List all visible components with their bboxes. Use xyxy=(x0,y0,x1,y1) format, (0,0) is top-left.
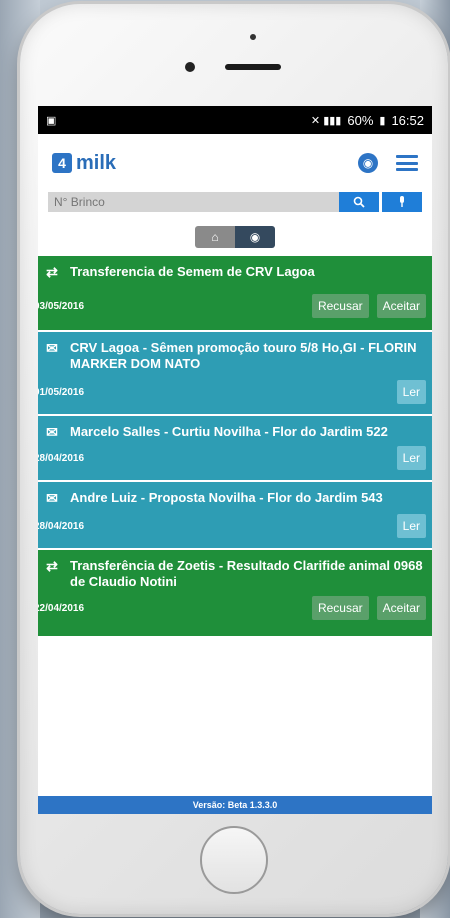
message-actions: Ler xyxy=(396,380,426,404)
signal-icon: ✕ ▮▮▮ xyxy=(310,114,342,127)
message-title: Andre Luiz - Proposta Novilha - Flor do … xyxy=(70,490,383,505)
message-actions: Recusar Aceitar xyxy=(311,294,426,318)
message-date: 22/04/2016 xyxy=(38,602,85,614)
message-head: ✉ CRV Lagoa - Sêmen promoção touro 5/8 H… xyxy=(38,332,432,372)
message-footer: 28/04/2016 Ler xyxy=(38,514,432,538)
list-item[interactable]: ⇄ Transferencia de Semem de CRV Lagoa 03… xyxy=(38,256,432,330)
app-logo[interactable]: 4 milk xyxy=(52,152,116,175)
search-icon[interactable] xyxy=(339,192,379,212)
accept-button[interactable]: Aceitar xyxy=(376,294,426,318)
refuse-button[interactable]: Recusar xyxy=(311,294,369,318)
battery-icon: ▮ xyxy=(379,114,386,127)
list-item[interactable]: ✉ Marcelo Salles - Curtiu Novilha - Flor… xyxy=(38,416,432,480)
envelope-icon: ✉ xyxy=(46,490,58,506)
message-footer: 03/05/2016 Recusar Aceitar xyxy=(38,294,432,318)
message-date: 01/05/2016 xyxy=(38,386,85,398)
message-date: 28/04/2016 xyxy=(38,452,85,464)
notification-icon: ▣ xyxy=(46,114,57,127)
logo-text: milk xyxy=(76,151,117,174)
home-icon[interactable]: ⌂ xyxy=(195,226,235,248)
globe-icon[interactable]: ◉ xyxy=(358,153,378,173)
message-list: ⇄ Transferencia de Semem de CRV Lagoa 03… xyxy=(38,256,432,636)
message-actions: Ler xyxy=(396,514,426,538)
status-bar: ▣ ✕ ▮▮▮ 60% ▮ 16:52 xyxy=(38,106,432,134)
version-footer: Versão: Beta 1.3.3.0 xyxy=(38,796,432,814)
message-actions: Ler xyxy=(396,446,426,470)
globe-toggle-icon[interactable]: ◉ xyxy=(235,226,275,248)
list-item[interactable]: ✉ Andre Luiz - Proposta Novilha - Flor d… xyxy=(38,482,432,548)
proximity-sensor xyxy=(250,34,256,40)
message-date: 28/04/2016 xyxy=(38,520,85,532)
message-title: Marcelo Salles - Curtiu Novilha - Flor d… xyxy=(70,424,388,439)
refuse-button[interactable]: Recusar xyxy=(311,596,369,620)
message-date: 03/05/2016 xyxy=(38,300,85,312)
home-button[interactable] xyxy=(200,826,268,894)
message-head: ⇄ Transferencia de Semem de CRV Lagoa xyxy=(38,256,432,280)
status-right: ✕ ▮▮▮ 60% ▮ 16:52 xyxy=(311,113,424,128)
microphone-icon[interactable] xyxy=(382,192,422,212)
envelope-icon: ✉ xyxy=(46,340,58,356)
logo-mark-icon: 4 xyxy=(52,153,72,173)
search-input[interactable] xyxy=(48,192,339,212)
message-footer: 01/05/2016 Ler xyxy=(38,380,432,404)
message-title: Transferência de Zoetis - Resultado Clar… xyxy=(70,558,423,589)
search-bar xyxy=(48,192,422,212)
read-button[interactable]: Ler xyxy=(396,446,426,470)
message-title: CRV Lagoa - Sêmen promoção touro 5/8 Ho,… xyxy=(70,340,417,371)
battery-text: 60% xyxy=(347,112,374,128)
message-head: ✉ Marcelo Salles - Curtiu Novilha - Flor… xyxy=(38,416,432,440)
message-head: ✉ Andre Luiz - Proposta Novilha - Flor d… xyxy=(38,482,432,506)
message-footer: 28/04/2016 Ler xyxy=(38,446,432,470)
read-button[interactable]: Ler xyxy=(396,514,426,538)
header-actions: ◉ xyxy=(358,153,418,173)
message-actions: Recusar Aceitar xyxy=(311,596,426,620)
earpiece-speaker xyxy=(225,64,281,70)
list-item[interactable]: ✉ CRV Lagoa - Sêmen promoção touro 5/8 H… xyxy=(38,332,432,414)
clock: 16:52 xyxy=(391,112,424,128)
front-camera xyxy=(185,62,195,72)
transfer-arrows-icon: ⇄ xyxy=(46,264,58,280)
message-head: ⇄ Transferência de Zoetis - Resultado Cl… xyxy=(38,550,432,590)
phone-screen: ▣ ✕ ▮▮▮ 60% ▮ 16:52 4 milk ◉ N° Brinco ⌂… xyxy=(38,106,432,814)
hamburger-menu-icon[interactable] xyxy=(396,155,418,171)
app-header: 4 milk ◉ xyxy=(38,134,432,192)
list-item[interactable]: ⇄ Transferência de Zoetis - Resultado Cl… xyxy=(38,550,432,636)
accept-button[interactable]: Aceitar xyxy=(376,596,426,620)
message-footer: 22/04/2016 Recusar Aceitar xyxy=(38,596,432,620)
envelope-icon: ✉ xyxy=(46,424,58,440)
view-toggle: ⌂ ◉ xyxy=(38,226,432,248)
message-title: Transferencia de Semem de CRV Lagoa xyxy=(70,264,315,279)
phone-frame: ▣ ✕ ▮▮▮ 60% ▮ 16:52 4 milk ◉ N° Brinco ⌂… xyxy=(20,4,448,914)
read-button[interactable]: Ler xyxy=(396,380,426,404)
transfer-arrows-icon: ⇄ xyxy=(46,558,58,574)
